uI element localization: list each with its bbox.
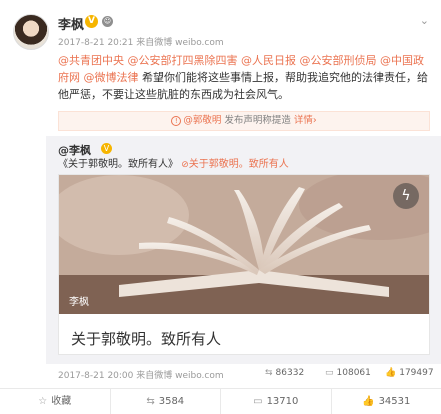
repost-count: 3584 xyxy=(158,396,185,407)
repost-comment-count[interactable]: ▭ 108061 xyxy=(325,368,371,378)
mention-link[interactable]: @人民日报 xyxy=(241,54,296,67)
repost-comment-count-value: 108061 xyxy=(336,368,371,378)
repost-button[interactable]: ⇆ 3584 xyxy=(111,389,221,414)
notice-text: 发布声明称提造 xyxy=(221,115,294,126)
repost-article-link[interactable]: 关于郭敬明。致所有人 xyxy=(189,159,289,170)
post-meta: 2017-8-21 20:21 来自微博 weibo.com xyxy=(58,38,224,48)
article-card-title[interactable]: 关于郭敬明。致所有人 xyxy=(71,328,221,349)
mention-link[interactable]: @公安部刑侦局 xyxy=(300,54,377,67)
weibo-post: 李枫 V ☺ ⌄ 2017-8-21 20:21 来自微博 weibo.com … xyxy=(0,0,441,414)
thumbs-up-icon: 👍 xyxy=(362,396,375,407)
star-icon: ☆ xyxy=(38,396,48,407)
lightning-icon[interactable]: ϟ xyxy=(393,183,419,209)
chevron-down-icon[interactable]: ⌄ xyxy=(420,14,429,27)
verified-badge-icon: V xyxy=(101,143,112,154)
repost-text-prefix: 《关于郭敬明。致所有人》 xyxy=(58,159,178,170)
cover-image-label: 李枫 xyxy=(69,297,89,308)
author-name[interactable]: 李枫 xyxy=(58,14,84,33)
favorite-label: 收藏 xyxy=(51,396,72,407)
avatar[interactable] xyxy=(13,14,49,50)
repost-like-count-value: 179497 xyxy=(399,368,434,378)
repost-meta: 2017-8-21 20:00 来自微博 weibo.com xyxy=(58,371,224,381)
comment-button[interactable]: ▭ 13710 xyxy=(221,389,332,414)
comment-icon: ▭ xyxy=(253,396,263,407)
mention-link[interactable]: @共青团中央 xyxy=(58,54,124,67)
thumbs-up-icon: 👍 xyxy=(385,368,397,378)
comment-icon: ▭ xyxy=(325,368,334,378)
verified-badge-icon: V xyxy=(85,15,98,28)
repost-icon: ⇆ xyxy=(146,396,155,407)
reposted-content: @李枫 V 《关于郭敬明。致所有人》 ⊘关于郭敬明。致所有人 李枫 ϟ 关于郭敬… xyxy=(46,136,441,364)
info-icon: ! xyxy=(171,116,182,126)
notice-mention[interactable]: @郭敬明 xyxy=(183,115,221,126)
article-cover-image: 李枫 ϟ xyxy=(59,175,429,314)
favorite-button[interactable]: ☆ 收藏 xyxy=(0,389,111,414)
post-content: @共青团中央 @公安部打四黑除四害 @人民日报 @公安部刑侦局 @中国政府网 @… xyxy=(58,52,430,103)
action-bar: ☆ 收藏 ⇆ 3584 ▭ 13710 👍 34531 xyxy=(0,388,441,414)
notice-detail-link[interactable]: 详情› xyxy=(294,115,317,126)
mention-link[interactable]: @微博法律 xyxy=(84,71,139,84)
repost-like-count[interactable]: 👍 179497 xyxy=(385,368,434,378)
repost-repost-count[interactable]: ⇆ 86332 xyxy=(265,368,304,378)
article-card[interactable]: 李枫 ϟ 关于郭敬明。致所有人 xyxy=(58,174,430,355)
repost-icon: ⇆ xyxy=(265,368,273,378)
notice-banner[interactable]: ! @郭敬明 发布声明称提造 详情› xyxy=(58,111,430,131)
mention-link[interactable]: @公安部打四黑除四害 xyxy=(128,54,238,67)
repost-repost-count-value: 86332 xyxy=(275,368,305,378)
comment-count: 13710 xyxy=(266,396,299,407)
repost-text: 《关于郭敬明。致所有人》 ⊘关于郭敬明。致所有人 xyxy=(58,155,289,170)
like-count: 34531 xyxy=(378,396,411,407)
member-badge-icon: ☺ xyxy=(102,16,113,27)
like-button[interactable]: 👍 34531 xyxy=(332,389,441,414)
link-icon: ⊘ xyxy=(181,160,189,170)
